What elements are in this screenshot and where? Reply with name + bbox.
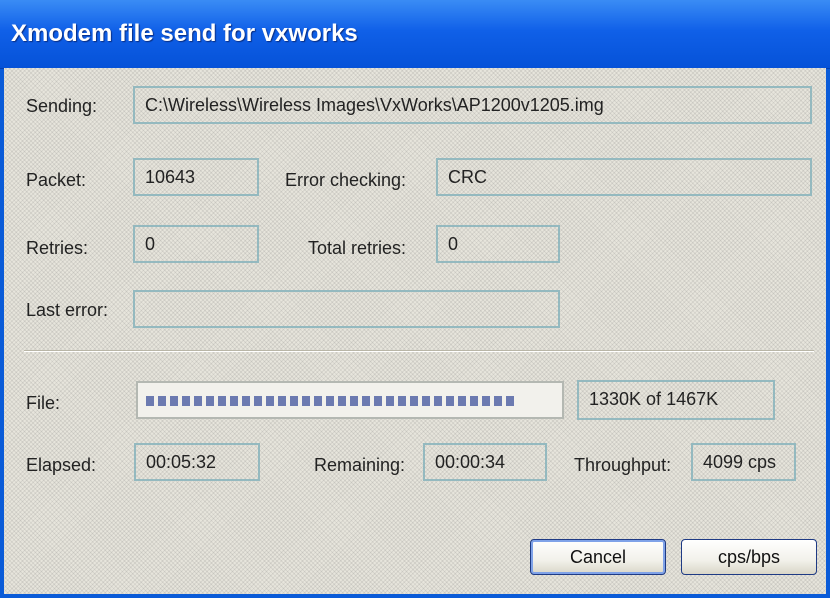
packet-field: 10643 (133, 158, 259, 196)
retries-label: Retries: (26, 238, 89, 258)
file-label: File: (26, 393, 61, 413)
last-error-label: Last error: (26, 300, 109, 320)
cancel-button[interactable]: Cancel (530, 539, 666, 575)
error-checking-label: Error checking: (285, 170, 407, 190)
last-error-field (133, 290, 560, 328)
xmodem-dialog: Xmodem file send for vxworks Sending: C:… (0, 0, 830, 598)
file-size-field: 1330K of 1467K (577, 380, 775, 420)
file-progress-bar (136, 381, 564, 419)
total-retries-field: 0 (436, 225, 560, 263)
error-checking-field: CRC (436, 158, 812, 196)
throughput-field: 4099 cps (691, 443, 796, 481)
sending-field: C:\Wireless\Wireless Images\VxWorks\AP12… (133, 86, 812, 124)
separator (24, 350, 814, 352)
dialog-body: Sending: C:\Wireless\Wireless Images\VxW… (4, 68, 826, 594)
elapsed-label: Elapsed: (26, 455, 97, 475)
elapsed-field: 00:05:32 (134, 443, 260, 481)
remaining-field: 00:00:34 (423, 443, 547, 481)
cps-bps-button[interactable]: cps/bps (681, 539, 817, 575)
retries-field: 0 (133, 225, 259, 263)
total-retries-label: Total retries: (308, 238, 407, 258)
sending-label: Sending: (26, 96, 98, 116)
packet-label: Packet: (26, 170, 87, 190)
title-bar[interactable]: Xmodem file send for vxworks (0, 0, 830, 69)
window-title: Xmodem file send for vxworks (11, 20, 358, 47)
progress-fill (146, 396, 516, 406)
throughput-label: Throughput: (574, 455, 672, 475)
remaining-label: Remaining: (314, 455, 406, 475)
